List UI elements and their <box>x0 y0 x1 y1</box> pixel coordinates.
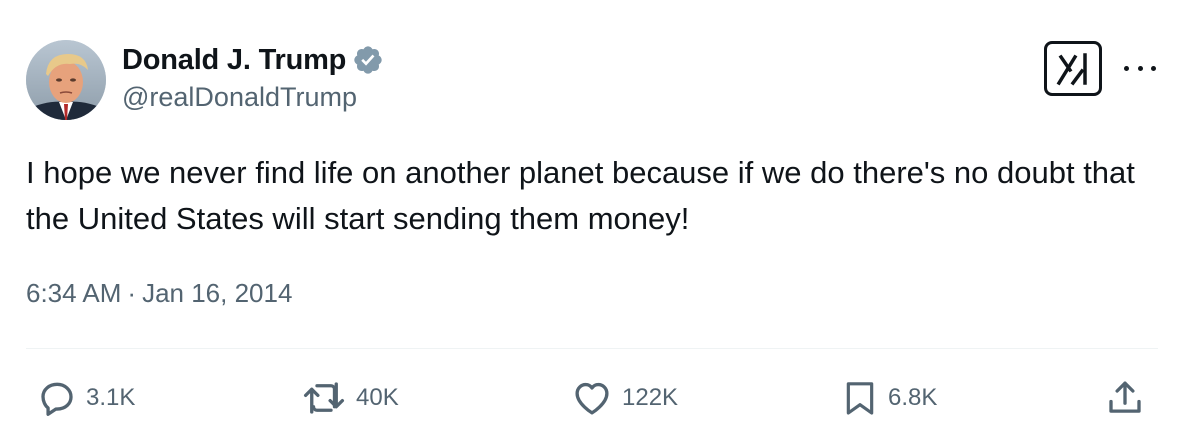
author-name-row: Donald J. Trump <box>122 40 384 80</box>
post-text: I hope we never find life on another pla… <box>26 155 1135 236</box>
tweet-card: Donald J. Trump @realDonaldTrump I hope … <box>0 0 1180 438</box>
author-handle[interactable]: @realDonaldTrump <box>122 82 357 113</box>
like-button[interactable]: 122K <box>570 370 678 426</box>
post-time: 6:34 AM <box>26 278 122 308</box>
verified-badge-icon[interactable] <box>352 44 384 76</box>
divider <box>26 348 1158 349</box>
repost-icon <box>303 382 345 414</box>
more-dot <box>1124 65 1129 71</box>
heart-icon <box>575 382 609 415</box>
more-icon[interactable] <box>1124 58 1156 78</box>
avatar[interactable] <box>26 40 106 120</box>
grok-icon[interactable] <box>1044 41 1102 96</box>
action-bar: 3.1K 40K 122K 6.8K <box>0 370 1180 426</box>
reply-count: 3.1K <box>86 384 136 411</box>
author-name[interactable]: Donald J. Trump <box>122 44 346 77</box>
share-button[interactable] <box>1104 370 1146 426</box>
bookmark-button[interactable]: 6.8K <box>840 370 937 426</box>
reply-icon <box>41 382 73 416</box>
more-dot <box>1137 65 1143 71</box>
bookmark-icon <box>846 382 874 415</box>
repost-button[interactable]: 40K <box>300 370 399 426</box>
reply-button[interactable]: 3.1K <box>36 370 135 426</box>
avatar-image <box>26 40 106 120</box>
share-icon <box>1109 381 1141 413</box>
repost-count: 40K <box>356 384 399 411</box>
bookmark-count: 6.8K <box>888 384 938 411</box>
timestamp-separator: · <box>127 278 137 308</box>
like-count: 122K <box>622 384 679 411</box>
post-timestamp[interactable]: 6:34 AM · Jan 16, 2014 <box>26 278 292 309</box>
more-dot <box>1151 65 1156 71</box>
post-date: Jan 16, 2014 <box>142 278 293 308</box>
